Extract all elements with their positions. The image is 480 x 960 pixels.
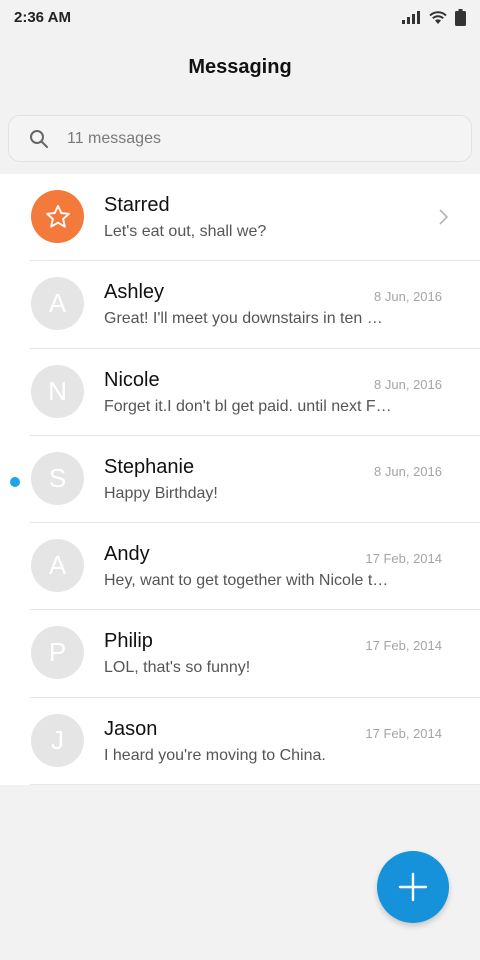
conversation-date: 8 Jun, 2016 <box>374 376 442 392</box>
conversation-name: Starred <box>104 194 170 216</box>
conversation-date: 8 Jun, 2016 <box>374 289 442 305</box>
divider <box>30 784 480 786</box>
avatar: S <box>31 451 84 505</box>
conversation-list: Starred Let's eat out, shall we? A Ashle… <box>0 174 480 786</box>
status-icons <box>401 8 466 26</box>
conversation-date: 8 Jun, 2016 <box>374 463 442 479</box>
conversation-preview: Hey, want to get together with Nicole to… <box>104 572 394 590</box>
conversation-name: Nicole <box>104 368 160 391</box>
conversation-preview: Let's eat out, shall we? <box>104 223 267 240</box>
avatar: A <box>31 539 84 593</box>
conversation-preview: Forget it.I don't bl get paid. until nex… <box>104 397 394 415</box>
conversation-date: 17 Feb, 2014 <box>365 551 442 567</box>
plus-icon <box>398 872 428 902</box>
star-icon <box>45 204 70 228</box>
conversation-row[interactable]: J Jason 17 Feb, 2014 I heard you're movi… <box>0 698 480 786</box>
wifi-icon <box>429 10 447 24</box>
conversation-date: 17 Feb, 2014 <box>365 725 442 741</box>
avatar: N <box>31 364 84 418</box>
conversation-preview: LOL, that's so funny! <box>104 659 251 677</box>
conversation-name: Jason <box>104 717 158 740</box>
conversation-row[interactable]: N Nicole 8 Jun, 2016 Forget it.I don't b… <box>0 349 480 436</box>
search-bar[interactable] <box>8 115 472 162</box>
signal-icon <box>402 11 420 24</box>
search-input[interactable] <box>67 129 447 148</box>
conversation-row[interactable]: A Andy 17 Feb, 2014 Hey, want to get tog… <box>0 523 480 611</box>
conversation-row[interactable]: S Stephanie 8 Jun, 2016 Happy Birthday! <box>0 436 480 524</box>
conversation-preview: I heard you're moving to China. <box>104 746 326 764</box>
conversation-name: Andy <box>104 543 150 566</box>
avatar: J <box>31 713 84 767</box>
page-title: Messaging <box>188 56 292 78</box>
conversation-row[interactable]: A Ashley 8 Jun, 2016 Great! I'll meet yo… <box>0 261 480 349</box>
status-bar: 2:36 AM <box>0 0 480 34</box>
conversation-date: 17 Feb, 2014 <box>365 638 442 654</box>
conversation-preview: Great! I'll meet you downstairs in ten m… <box>104 310 394 328</box>
status-time: 2:36 AM <box>14 8 71 26</box>
conversation-preview: Happy Birthday! <box>104 484 218 502</box>
chevron-right-icon <box>439 209 449 225</box>
conversation-name: Ashley <box>104 281 165 304</box>
conversation-row-starred[interactable]: Starred Let's eat out, shall we? <box>0 174 480 262</box>
conversation-name: Philip <box>104 630 153 653</box>
search-icon <box>30 129 48 148</box>
avatar: A <box>31 277 84 331</box>
unread-indicator <box>10 476 20 487</box>
conversation-row[interactable]: P Philip 17 Feb, 2014 LOL, that's so fun… <box>0 610 480 698</box>
battery-icon <box>455 8 466 26</box>
new-message-button[interactable] <box>377 851 449 923</box>
conversation-name: Stephanie <box>104 455 195 478</box>
avatar: P <box>31 626 84 680</box>
starred-avatar <box>31 190 84 243</box>
